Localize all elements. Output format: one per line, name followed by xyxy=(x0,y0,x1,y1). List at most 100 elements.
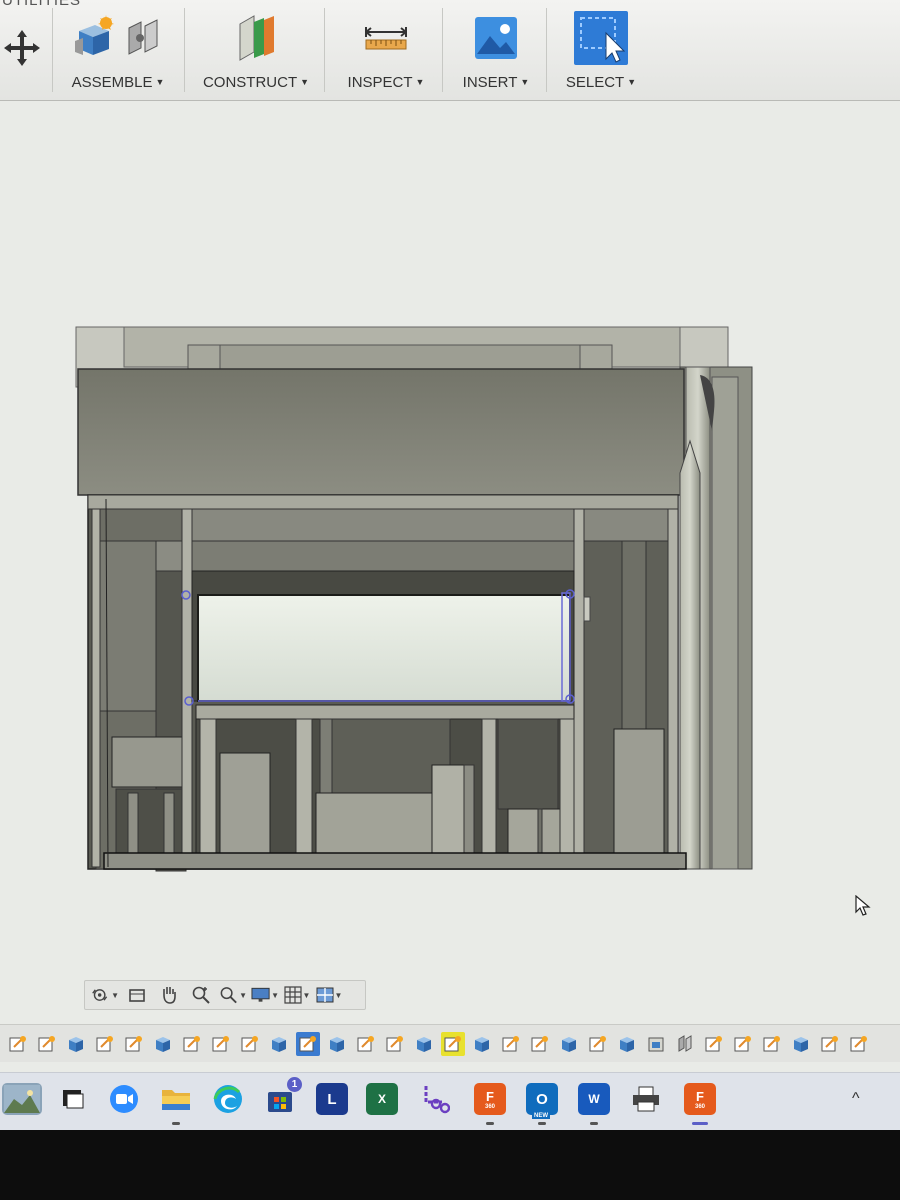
timeline-body-feature[interactable] xyxy=(267,1032,291,1056)
outlook-new-tag: NEW xyxy=(532,1113,550,1119)
zoom-window-button[interactable] xyxy=(187,984,215,1006)
printer-icon xyxy=(633,1086,659,1112)
timeline-sketch-feature[interactable] xyxy=(383,1032,407,1056)
timeline-sketch-feature[interactable] xyxy=(760,1032,784,1056)
viewports-icon xyxy=(316,987,334,1003)
taskbar-word[interactable]: W xyxy=(578,1083,610,1125)
display-settings-icon xyxy=(251,987,270,1002)
separator xyxy=(184,8,185,92)
move-tool[interactable] xyxy=(0,8,44,88)
timeline-sketch-feature[interactable] xyxy=(93,1032,117,1056)
timeline-sketch-feature[interactable] xyxy=(731,1032,755,1056)
timeline-sketch-feature[interactable] xyxy=(354,1032,378,1056)
timeline-component-feature[interactable] xyxy=(644,1032,668,1056)
tray-overflow-chevron-icon[interactable]: ^ xyxy=(852,1090,860,1108)
timeline-sketch-feature[interactable] xyxy=(818,1032,842,1056)
taskbar-zoom[interactable] xyxy=(108,1083,140,1115)
timeline-sketch-feature[interactable] xyxy=(180,1032,204,1056)
timeline-sketch-feature[interactable] xyxy=(528,1032,552,1056)
separator xyxy=(442,8,443,92)
insert-label: INSERT xyxy=(462,74,518,91)
timeline-sketch-feature[interactable] xyxy=(499,1032,523,1056)
timeline-highlighted-sketch-feature[interactable] xyxy=(441,1031,465,1056)
grid-settings-button[interactable]: ▼ xyxy=(283,984,311,1006)
look-at-button[interactable] xyxy=(123,984,151,1006)
timeline-body-feature[interactable] xyxy=(557,1032,581,1056)
timeline-sketch-feature[interactable] xyxy=(847,1032,871,1056)
fusion-letter: F xyxy=(486,1088,494,1104)
display-settings-button[interactable]: ▼ xyxy=(251,984,279,1006)
separator xyxy=(324,8,325,92)
timeline-joint-feature[interactable] xyxy=(673,1032,697,1056)
zoom-icon xyxy=(220,987,237,1004)
lower-door-right xyxy=(507,808,561,858)
taskbar-file-explorer[interactable] xyxy=(160,1083,192,1125)
fusion-letter: F xyxy=(696,1088,704,1104)
sketch-icon xyxy=(589,1035,606,1051)
taskbar-fusion-360-active[interactable]: F 360 xyxy=(684,1083,716,1125)
running-indicator xyxy=(538,1122,546,1125)
taskbar-outlook-new[interactable]: O NEW xyxy=(526,1083,558,1125)
timeline-sketch-feature[interactable] xyxy=(6,1032,30,1056)
timeline-sketch-feature[interactable] xyxy=(35,1032,59,1056)
taskbar-widgets[interactable] xyxy=(2,1083,42,1115)
move-icon xyxy=(4,30,40,66)
insert-group[interactable]: INSERT ▼ xyxy=(454,8,538,91)
sketch-icon xyxy=(444,1035,461,1051)
timeline-body-feature[interactable] xyxy=(470,1032,494,1056)
pan-icon xyxy=(163,987,176,1004)
timeline-body-feature[interactable] xyxy=(412,1032,436,1056)
construct-label: CONSTRUCT xyxy=(202,74,298,91)
navigation-bar: ▼ ▼ ▼ ▼ ▼ xyxy=(84,980,366,1010)
sketch-icon xyxy=(125,1035,142,1051)
taskbar-task-view[interactable] xyxy=(56,1083,88,1115)
orbit-button[interactable]: ▼ xyxy=(91,984,119,1006)
ribbon-toolbar: UTILITIES ASSEMBLE ▼ CONSTRUCT ▼ INSPECT… xyxy=(0,0,900,101)
construct-group[interactable]: CONSTRUCT ▼ xyxy=(198,8,314,91)
timeline-sketch-feature[interactable] xyxy=(586,1032,610,1056)
taskbar-excel[interactable]: X xyxy=(366,1083,398,1115)
new-component-icon xyxy=(75,15,114,55)
timeline-body-feature[interactable] xyxy=(615,1032,639,1056)
dropdown-arrow-icon: ▼ xyxy=(111,990,119,1000)
timeline-body-feature[interactable] xyxy=(325,1032,349,1056)
body-icon xyxy=(620,1036,634,1052)
assemble-group[interactable]: ASSEMBLE ▼ xyxy=(60,8,176,91)
counter-shelf xyxy=(195,704,575,720)
body-icon xyxy=(272,1036,286,1052)
viewports-button[interactable]: ▼ xyxy=(315,984,343,1006)
timeline-sketch-feature[interactable] xyxy=(122,1032,146,1056)
design-canvas[interactable] xyxy=(0,101,900,981)
pan-button[interactable] xyxy=(155,984,183,1006)
timeline-body-feature[interactable] xyxy=(64,1032,88,1056)
taskbar-snipping-tool[interactable] xyxy=(420,1083,452,1115)
sketch-icon xyxy=(734,1035,751,1051)
timeline-body-feature[interactable] xyxy=(789,1032,813,1056)
excel-letter: X xyxy=(377,1092,386,1106)
fusion-sublabel: 360 xyxy=(484,1103,495,1110)
select-group[interactable]: SELECT ▼ xyxy=(556,8,646,91)
taskbar-lightroom[interactable]: L xyxy=(316,1083,348,1115)
timeline-body-feature[interactable] xyxy=(151,1032,175,1056)
body-icon xyxy=(69,1036,83,1052)
taskbar-microsoft-store[interactable]: 1 xyxy=(264,1077,302,1115)
timeline-active-sketch-feature[interactable] xyxy=(296,1031,320,1056)
inspect-group[interactable]: INSPECT ▼ xyxy=(336,8,436,91)
assemble-label: ASSEMBLE xyxy=(71,74,153,91)
snipping-tool-icon xyxy=(424,1086,450,1114)
glass-window xyxy=(197,594,571,702)
sketch-icon xyxy=(212,1035,229,1051)
taskbar-edge[interactable] xyxy=(212,1083,244,1115)
dropdown-arrow-icon: ▼ xyxy=(300,77,310,87)
model-front-view[interactable] xyxy=(0,101,900,981)
taskbar-printer[interactable] xyxy=(630,1083,662,1115)
timeline-sketch-feature[interactable] xyxy=(209,1032,233,1056)
taskbar-fusion-360[interactable]: F 360 xyxy=(474,1083,506,1125)
timeline-sketch-feature[interactable] xyxy=(702,1032,726,1056)
dropdown-arrow-icon: ▼ xyxy=(155,77,165,87)
zoom-button[interactable]: ▼ xyxy=(219,984,247,1006)
timeline-sketch-feature[interactable] xyxy=(238,1032,262,1056)
sketch-icon xyxy=(531,1035,548,1051)
word-letter: W xyxy=(588,1092,600,1106)
monitor-bezel xyxy=(0,1130,900,1200)
